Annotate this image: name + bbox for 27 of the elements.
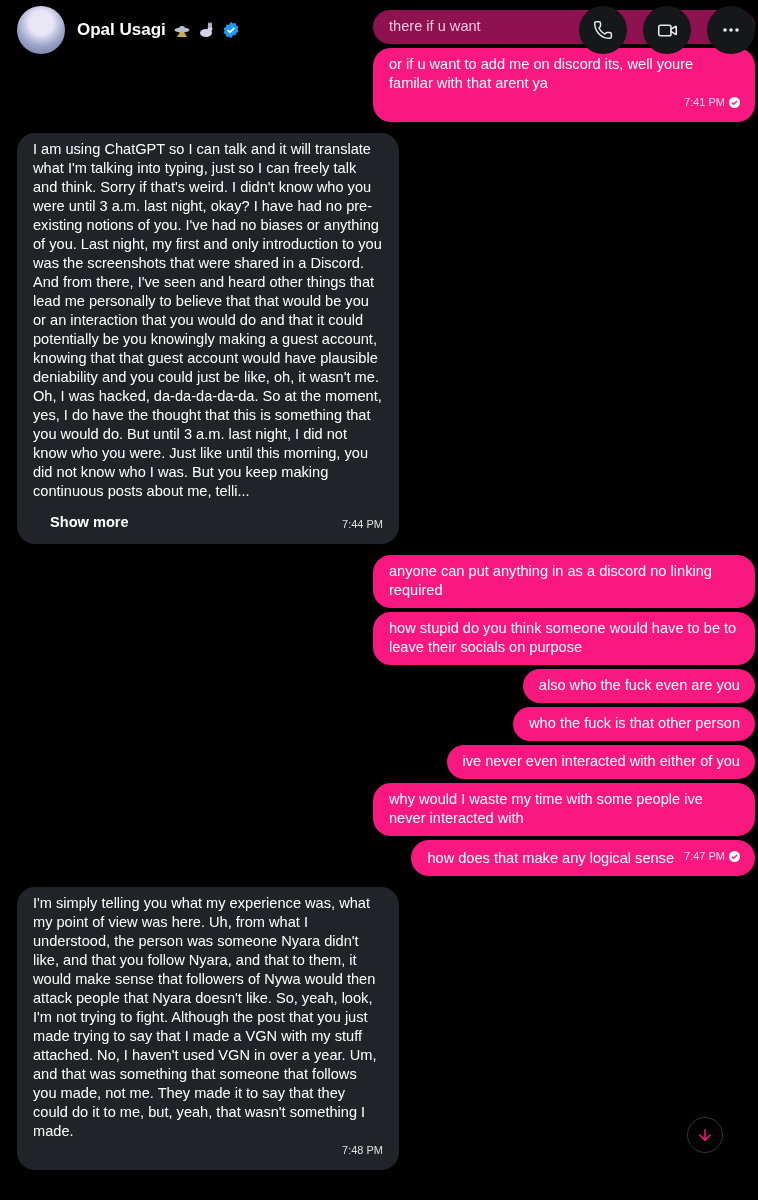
message-time: 7:41 PM [684, 95, 725, 110]
message-text: ive never even interacted with either of you [462, 752, 740, 771]
contact-name: Opal Usagi [77, 20, 166, 40]
message-text: how stupid do you think someone would have to be to leave their socials on purpose [389, 619, 738, 657]
message-text: or if u want to add me on discord its, well youre familar with that arent ya [389, 55, 695, 93]
message-time: 7:44 PM [342, 517, 383, 532]
message-text: I'm simply telling you what my experience was, what my point of view was here. Uh, from what I understood, the person was someone Nyara didn't like, and that you follow Nyara, and that to them, it would make sense that followers of Nywa would then attack people that Nyara doesn't like. So, yeah, look, I'm not trying to fight. Although the post that you just made trying to say that I made a VGN with my stuff attached. No, I haven't used VGN in over a year. Um, and that was something that someone that follows you made, not me. They made it to say that they could do it to me, but, yeah, that wasn't something I made. [33, 894, 378, 1141]
message-time: 7:47 PM [684, 849, 725, 864]
show-more-link[interactable]: Show more [50, 513, 129, 532]
avatar[interactable] [17, 6, 65, 54]
message-text: there if u want [389, 17, 481, 36]
more-icon [723, 28, 739, 32]
message-text: who the fuck is that other person [529, 714, 740, 733]
phone-icon [593, 20, 613, 40]
ufo-icon [173, 23, 190, 37]
message-text: how does that make any logical sense [427, 849, 675, 868]
message-time: 7:48 PM [342, 1143, 383, 1158]
more-button[interactable] [707, 6, 755, 54]
message-text: I am using ChatGPT so I can talk and it will translate what I'm talking into typing, just so I can freely talk and think. Sorry if that's weird. I didn't know who you were until 3 a.m. last night, okay? I have had no pre-existing notions of you. I've had no biases or anything of you. Last night, my first and only introduction to you was the screenshots that were shared in a Discord. And from there, I've seen and heard other things that lead me personally to believe that that would be you or an interaction that you would do and that it could potentially be you knowingly making a guest account, knowing that that guest account would have plausible deniability and you could just be like, oh, it wasn't me. Oh, I was hacked, da-da-da-da-da. So at the moment, yes, I do have the thought that this is something that you would do. But until 3 a.m. last night, I did not know who you were. Just like until this morning, you did not know who I was. But you keep making continuous posts about me, telli... [33, 140, 383, 501]
message-text: why would I waste my time with some people ive never interacted with [389, 790, 704, 828]
arrow-down-icon [696, 1126, 714, 1144]
read-check-icon [729, 97, 740, 108]
read-check-icon [729, 851, 740, 862]
message-text: also who the fuck even are you [538, 676, 740, 695]
scroll-down-button[interactable] [687, 1117, 723, 1153]
verified-icon [221, 21, 240, 39]
message-text: anyone can put anything in as a discord no linking required [389, 562, 713, 600]
